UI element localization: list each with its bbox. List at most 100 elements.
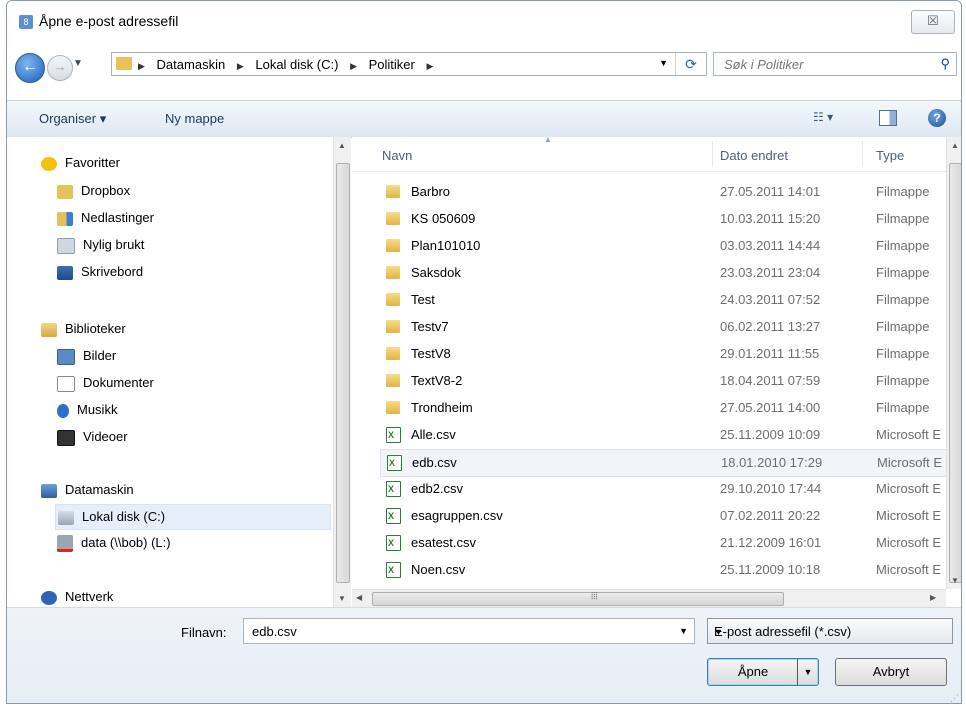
forward-button[interactable]: → xyxy=(47,55,73,81)
breadcrumb-item-computer[interactable]: Datamaskin xyxy=(157,57,226,72)
file-type: Microsoft E xyxy=(876,508,942,523)
file-row[interactable]: Noen.csv 25.11.2009 10:18 Microsoft E xyxy=(380,557,961,583)
chevron-down-icon[interactable]: ▼ xyxy=(714,627,944,637)
column-header-name[interactable]: Navn xyxy=(382,148,412,163)
scrollbar-thumb[interactable] xyxy=(949,163,961,583)
nav-item-downloads[interactable]: Nedlastinger xyxy=(57,206,154,230)
file-type-filter[interactable]: E-post adressefil (*.csv) ▼ xyxy=(707,618,953,644)
open-options-dropdown-icon[interactable]: ▼ xyxy=(797,659,818,685)
close-button[interactable]: ☒ xyxy=(911,10,955,34)
navigation-pane: Favoritter Dropbox Nedlastinger Nylig br… xyxy=(7,137,350,607)
star-icon xyxy=(41,156,57,171)
column-divider[interactable] xyxy=(712,141,713,167)
nav-label: Nettverk xyxy=(65,589,114,604)
scroll-up-icon[interactable]: ▲ xyxy=(951,141,959,150)
file-row[interactable]: Trondheim 27.05.2011 14:00 Filmappe xyxy=(380,395,961,421)
cancel-button[interactable]: Avbryt xyxy=(835,658,947,686)
change-view-icon[interactable]: ☷ ▾ xyxy=(813,110,845,126)
file-row[interactable]: esatest.csv 21.12.2009 16:01 Microsoft E xyxy=(380,530,961,556)
back-button[interactable]: ← xyxy=(15,53,45,83)
breadcrumb-item-local-disk[interactable]: Lokal disk (C:) xyxy=(255,57,338,72)
nav-item-documents[interactable]: Dokumenter xyxy=(57,371,154,395)
new-folder-button[interactable]: Ny mappe xyxy=(165,111,224,126)
organize-button[interactable]: Organiser ▾ xyxy=(39,111,106,127)
file-name: Trondheim xyxy=(411,400,473,415)
file-row[interactable]: Test 24.03.2011 07:52 Filmappe xyxy=(380,287,961,313)
address-history-dropdown-icon[interactable]: ▼ xyxy=(659,58,668,68)
file-row[interactable]: TextV8-2 18.04.2011 07:59 Filmappe xyxy=(380,368,961,394)
nav-favorites[interactable]: Favoritter xyxy=(41,151,120,175)
file-date: 29.10.2010 17:44 xyxy=(720,481,822,496)
filename-input[interactable] xyxy=(250,623,674,640)
file-row[interactable]: Testv7 06.02.2011 13:27 Filmappe xyxy=(380,314,961,340)
file-list-horizontal-scrollbar[interactable]: ◀ ⦙⦙⦙ ▶ xyxy=(352,589,946,608)
nav-label: Dropbox xyxy=(81,183,131,198)
scrollbar-thumb[interactable] xyxy=(336,163,350,583)
scroll-down-icon[interactable]: ▼ xyxy=(951,576,959,585)
file-row[interactable]: Alle.csv 25.11.2009 10:09 Microsoft E xyxy=(380,422,961,448)
file-row[interactable]: TestV8 29.01.2011 11:55 Filmappe xyxy=(380,341,961,367)
address-bar[interactable]: ▶ Datamaskin ▶ Lokal disk (C:) ▶ Politik… xyxy=(111,52,707,76)
nav-libraries[interactable]: Biblioteker xyxy=(41,317,126,341)
search-box[interactable]: ⚲ xyxy=(713,52,957,76)
chevron-right-icon[interactable]: ▶ xyxy=(350,61,357,71)
nav-item-dropbox[interactable]: Dropbox xyxy=(57,179,130,203)
nav-item-local-disk[interactable]: Lokal disk (C:) xyxy=(55,504,331,530)
file-row[interactable]: Plan101010 03.03.2011 14:44 Filmappe xyxy=(380,233,961,259)
breadcrumb: ▶ Datamaskin ▶ Lokal disk (C:) ▶ Politik… xyxy=(138,57,441,72)
file-name: Alle.csv xyxy=(411,427,456,442)
nav-item-recent[interactable]: Nylig brukt xyxy=(57,233,144,257)
file-list-vertical-scrollbar[interactable]: ▲ ▼ xyxy=(946,137,961,589)
scroll-down-icon[interactable]: ▼ xyxy=(338,594,346,603)
open-button[interactable]: Åpne ▼ xyxy=(707,658,819,686)
open-button-label: Åpne xyxy=(737,664,769,679)
nav-label: Videoer xyxy=(83,429,128,444)
help-icon[interactable]: ? xyxy=(928,109,946,127)
nav-label: data (\\bob) (L:) xyxy=(81,535,171,550)
column-header-date[interactable]: Dato endret xyxy=(720,148,788,163)
nav-item-desktop[interactable]: Skrivebord xyxy=(57,260,143,284)
nav-label: Nylig brukt xyxy=(83,237,145,252)
resize-grip-icon[interactable]: ⋰ xyxy=(950,693,959,703)
open-file-dialog: 8 Åpne e-post adressefil ☒ ← → ▼ ▶ Datam… xyxy=(6,0,962,704)
nav-network[interactable]: Nettverk xyxy=(41,585,113,607)
excel-csv-icon xyxy=(386,503,401,529)
scroll-right-icon[interactable]: ▶ xyxy=(930,593,936,602)
column-header-type[interactable]: Type xyxy=(876,148,904,163)
chevron-right-icon[interactable]: ▶ xyxy=(426,61,433,71)
scroll-up-icon[interactable]: ▲ xyxy=(338,141,346,150)
breadcrumb-item-politiker[interactable]: Politiker xyxy=(369,57,415,72)
recent-locations-dropdown-icon[interactable]: ▼ xyxy=(73,58,83,69)
nav-item-network-drive[interactable]: data (\\bob) (L:) xyxy=(57,531,171,555)
search-icon[interactable]: ⚲ xyxy=(940,56,950,72)
preview-pane-icon[interactable] xyxy=(879,110,897,126)
nav-item-pictures[interactable]: Bilder xyxy=(57,344,116,368)
file-date: 21.12.2009 16:01 xyxy=(720,535,822,550)
chevron-right-icon[interactable]: ▶ xyxy=(237,61,244,71)
folder-icon xyxy=(386,401,400,414)
file-row[interactable]: esagruppen.csv 07.02.2011 20:22 Microsoft … xyxy=(380,503,961,529)
file-row[interactable]: edb2.csv 29.10.2010 17:44 Microsoft E xyxy=(380,476,961,502)
grip-icon: ⦙⦙⦙ xyxy=(591,591,598,602)
filename-combobox[interactable]: ▼ xyxy=(243,618,695,644)
sort-ascending-icon: ▲ xyxy=(544,137,552,144)
file-row[interactable]: KS 050609 10.03.2011 15:20 Filmappe xyxy=(380,206,961,232)
file-name: Saksdok xyxy=(411,265,461,280)
excel-csv-icon xyxy=(387,450,402,476)
file-row[interactable]: Saksdok 23.03.2011 23:04 Filmappe xyxy=(380,260,961,286)
chevron-right-icon[interactable]: ▶ xyxy=(138,61,145,71)
scroll-left-icon[interactable]: ◀ xyxy=(356,593,362,602)
nav-item-videos[interactable]: Videoer xyxy=(57,425,128,449)
nav-computer[interactable]: Datamaskin xyxy=(41,478,134,502)
nav-label: Musikk xyxy=(77,402,118,417)
nav-item-music[interactable]: Musikk xyxy=(57,398,117,422)
chevron-down-icon[interactable]: ▼ xyxy=(679,626,688,636)
column-divider[interactable] xyxy=(862,141,863,167)
file-row[interactable]: edb.csv 18.01.2010 17:29 Microsoft E xyxy=(380,449,961,477)
file-row[interactable]: Barbro 27.05.2011 14:01 Filmappe xyxy=(380,179,961,205)
nav-pane-scrollbar[interactable]: ▲ ▼ xyxy=(333,137,351,607)
file-date: 10.03.2011 15:20 xyxy=(720,211,821,226)
scrollbar-thumb[interactable]: ⦙⦙⦙ xyxy=(372,591,784,606)
search-input[interactable] xyxy=(722,56,926,73)
refresh-icon[interactable]: ⟳ xyxy=(675,53,706,75)
